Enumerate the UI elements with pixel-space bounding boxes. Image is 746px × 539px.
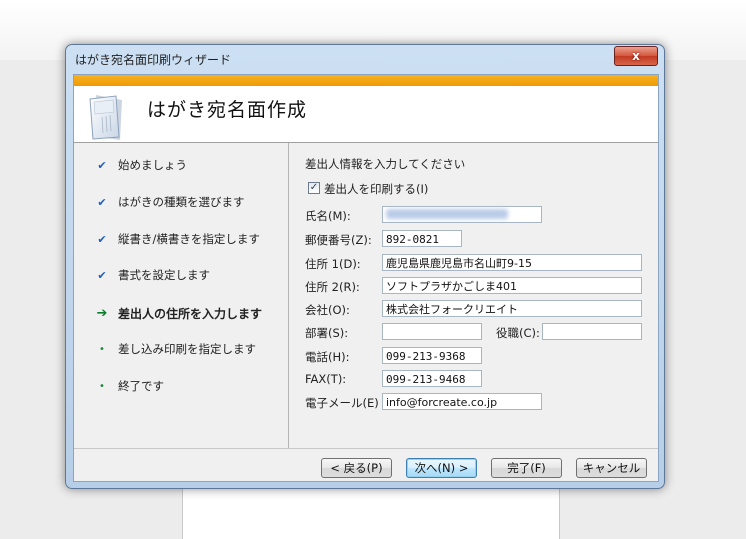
name-label: 氏名(M):	[305, 209, 351, 223]
step-item[interactable]: • 差し込み印刷を指定します	[74, 339, 288, 359]
name-field[interactable]	[382, 206, 542, 223]
company-label: 会社(O):	[305, 303, 350, 317]
postal-code-field[interactable]: 892-0821	[382, 230, 462, 247]
check-icon: ✔	[97, 158, 107, 172]
step-item[interactable]: ✔ 縦書き/横書きを指定します	[74, 229, 288, 249]
address2-field[interactable]: ソフトプラザかごしま401	[382, 277, 642, 294]
step-item[interactable]: ✔ 書式を設定します	[74, 265, 288, 285]
address2-label: 住所 2(R):	[305, 280, 360, 294]
step-item[interactable]: • 終了です	[74, 376, 288, 396]
print-sender-label[interactable]: 差出人を印刷する(I)	[324, 181, 428, 197]
header-accent-stripe	[74, 75, 658, 86]
step-label: 終了です	[118, 379, 164, 393]
step-item-current[interactable]: ➔ 差出人の住所を入力します	[74, 303, 288, 323]
wizard-window: はがき宛名面印刷ウィザード x はがき宛名面作成 ✔ 始めましょう ✔ はがきの…	[65, 44, 665, 489]
wizard-steps: ✔ 始めましょう ✔ はがきの種類を選びます ✔ 縦書き/横書きを指定します ✔…	[74, 143, 289, 448]
title-bar[interactable]: はがき宛名面印刷ウィザード x	[66, 45, 664, 71]
step-item[interactable]: ✔ 始めましょう	[74, 155, 288, 175]
arrow-right-icon: ➔	[96, 305, 108, 321]
step-label: 差出人の住所を入力します	[118, 306, 263, 321]
step-label: 始めましょう	[118, 158, 187, 172]
check-icon: ✓	[309, 182, 319, 193]
form-instruction: 差出人情報を入力してください	[305, 157, 466, 171]
next-button[interactable]: 次へ(N) >	[406, 458, 477, 478]
phone-label: 電話(H):	[305, 350, 350, 364]
fax-field[interactable]: 099-213-9468	[382, 370, 482, 387]
company-field[interactable]: 株式会社フォークリエイト	[382, 300, 642, 317]
bullet-icon: •	[99, 380, 105, 392]
cancel-button[interactable]: キャンセル	[576, 458, 647, 478]
job-title-label: 役職(C):	[496, 326, 540, 340]
check-icon: ✔	[97, 232, 107, 246]
department-label: 部署(S):	[305, 326, 349, 340]
bullet-icon: •	[99, 343, 105, 355]
step-label: 書式を設定します	[118, 268, 210, 282]
wizard-client-area: はがき宛名面作成 ✔ 始めましょう ✔ はがきの種類を選びます ✔ 縦書き/横書…	[73, 74, 659, 482]
check-icon: ✔	[97, 268, 107, 282]
phone-field[interactable]: 099-213-9368	[382, 347, 482, 364]
job-title-field[interactable]	[542, 323, 642, 340]
finish-button[interactable]: 完了(F)	[491, 458, 562, 478]
check-icon: ✔	[97, 195, 107, 209]
document-icon	[89, 95, 122, 140]
step-label: はがきの種類を選びます	[118, 195, 245, 209]
postal-label: 郵便番号(Z):	[305, 233, 372, 247]
step-label: 差し込み印刷を指定します	[118, 342, 256, 356]
step-label: 縦書き/横書きを指定します	[118, 232, 260, 246]
sender-form: 差出人情報を入力してください ✓ 差出人を印刷する(I) 氏名(M): 郵便番号…	[289, 143, 658, 448]
email-field[interactable]: info@forcreate.co.jp	[382, 393, 542, 410]
wizard-header: はがき宛名面作成	[74, 86, 658, 143]
back-button[interactable]: < 戻る(P)	[321, 458, 392, 478]
print-sender-checkbox[interactable]: ✓	[308, 182, 320, 194]
address1-field[interactable]: 鹿児島県鹿児島市名山町9-15	[382, 254, 642, 271]
close-button[interactable]: x	[614, 46, 658, 66]
email-label: 電子メール(E)	[305, 396, 379, 410]
department-field[interactable]	[382, 323, 482, 340]
fax-label: FAX(T):	[305, 372, 347, 386]
page-title: はがき宛名面作成	[147, 99, 308, 121]
window-title: はがき宛名面印刷ウィザード	[75, 53, 232, 67]
step-item[interactable]: ✔ はがきの種類を選びます	[74, 192, 288, 212]
footer-divider	[74, 448, 658, 449]
address1-label: 住所 1(D):	[305, 257, 361, 271]
close-icon: x	[632, 49, 640, 63]
